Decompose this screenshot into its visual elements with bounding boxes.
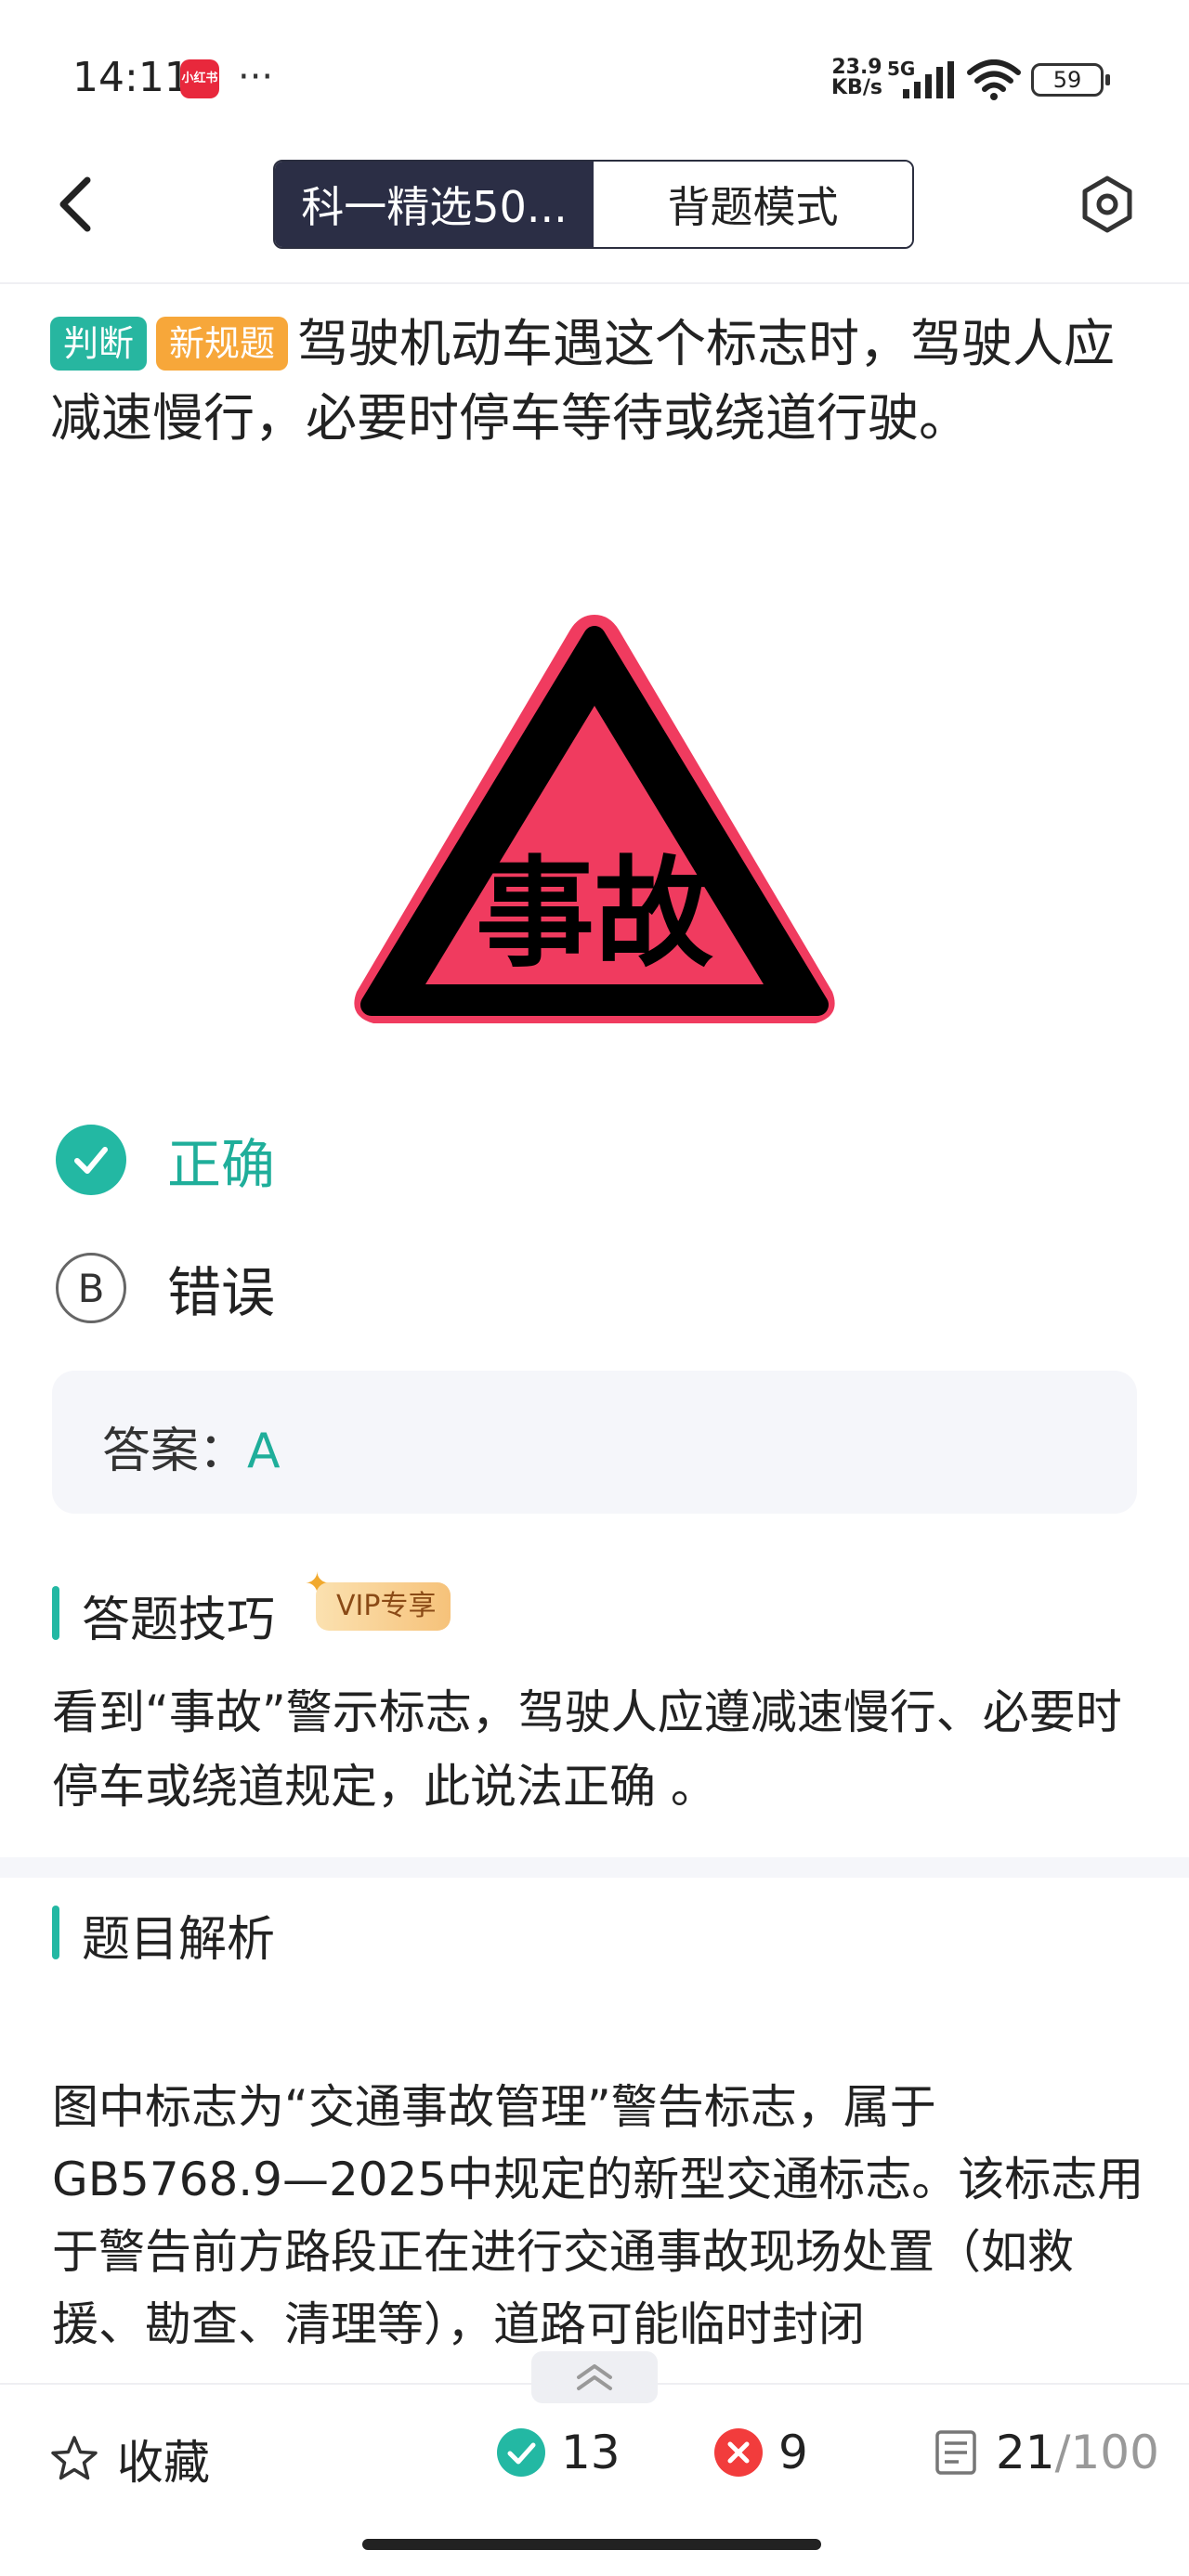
accident-warning-sign: 事故 bbox=[354, 615, 835, 1023]
mode-toggle: 科一精选50... 背题模式 bbox=[273, 160, 914, 249]
progress-text: 21/100 bbox=[996, 2426, 1159, 2479]
progress-total: /100 bbox=[1054, 2426, 1159, 2479]
favorite-button[interactable]: 收藏 bbox=[48, 2426, 210, 2492]
battery-icon: 59 bbox=[1031, 63, 1104, 97]
chevron-up-icon bbox=[577, 2364, 612, 2390]
wifi-icon bbox=[967, 59, 1021, 100]
correct-count[interactable]: 13 bbox=[496, 2426, 621, 2479]
tips-section-bar bbox=[52, 1586, 59, 1640]
tab-recite-mode[interactable]: 背题模式 bbox=[594, 162, 912, 247]
question: 判断 新规题 驾驶机动车遇这个标志时，驾驶人应减速慢行，必要时停车等待或绕道行驶。 bbox=[50, 306, 1146, 455]
signal-icon bbox=[903, 61, 954, 98]
analysis-text: 图中标志为“交通事故管理”警告标志，属于GB5768.9—2025中规定的新型交… bbox=[52, 2080, 1144, 2351]
header-divider bbox=[0, 282, 1189, 284]
progress-current: 21 bbox=[996, 2426, 1055, 2479]
tag-new-rule: 新规题 bbox=[156, 317, 289, 371]
tip-text: 看到“事故”警示标志，驾驶人应遵减速慢行、必要时停车或绕道规定，此说法正确 。 bbox=[52, 1685, 1122, 1814]
home-indicator[interactable] bbox=[362, 2539, 821, 2550]
settings-icon[interactable] bbox=[1078, 175, 1137, 234]
option-b-marker: B bbox=[56, 1253, 126, 1323]
analysis-title: 题目解析 bbox=[82, 1912, 276, 1968]
question-progress[interactable]: 21/100 bbox=[933, 2426, 1159, 2479]
answer-value: A bbox=[247, 1424, 281, 1479]
answer-line: 答案：A bbox=[102, 1412, 281, 1481]
check-icon bbox=[56, 1125, 126, 1195]
answer-label: 答案： bbox=[102, 1424, 248, 1479]
correct-count-value: 13 bbox=[561, 2426, 621, 2479]
correct-icon bbox=[497, 2428, 545, 2477]
vip-badge[interactable]: VIP专享 bbox=[316, 1582, 451, 1631]
wrong-count[interactable]: 9 bbox=[713, 2426, 808, 2479]
star-icon bbox=[51, 2436, 98, 2480]
expand-panel-button[interactable] bbox=[531, 2351, 658, 2403]
section-separator bbox=[0, 1857, 1189, 1878]
analysis-section-bar bbox=[52, 1906, 59, 1959]
app-notification-icon: 小红书 bbox=[180, 59, 219, 98]
network-speed-value: 23.9 bbox=[831, 56, 882, 79]
option-a[interactable]: 正确 bbox=[56, 1118, 613, 1202]
back-icon[interactable] bbox=[50, 173, 106, 236]
wrong-count-value: 9 bbox=[778, 2426, 808, 2479]
battery-nub bbox=[1105, 74, 1110, 85]
status-bar: 14:11 小红书 ··· 23.9 KB/s 5G 59 bbox=[0, 0, 1189, 149]
tag-judge: 判断 bbox=[50, 317, 148, 371]
option-a-text: 正确 bbox=[167, 1133, 276, 1196]
more-notifications-icon: ··· bbox=[238, 56, 274, 98]
network-speed-unit: KB/s bbox=[831, 76, 882, 99]
tips-title: 答题技巧 bbox=[82, 1593, 276, 1648]
tab-selected-exam[interactable]: 科一精选50... bbox=[275, 162, 594, 247]
option-b-text: 错误 bbox=[167, 1261, 276, 1324]
wrong-icon bbox=[714, 2428, 763, 2477]
network-speed: 23.9 KB/s bbox=[831, 58, 882, 98]
answer-box: 答案：A bbox=[52, 1371, 1137, 1514]
sign-text: 事故 bbox=[476, 845, 713, 983]
favorite-label: 收藏 bbox=[117, 2436, 210, 2490]
option-b[interactable]: B 错误 bbox=[56, 1246, 613, 1330]
question-list-icon bbox=[935, 2430, 976, 2475]
status-time: 14:11 bbox=[72, 54, 190, 101]
